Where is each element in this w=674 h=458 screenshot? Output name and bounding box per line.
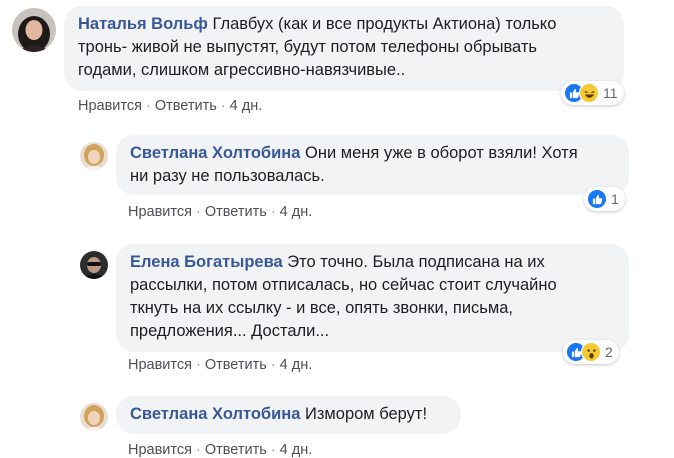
comment-text: предложения... Достали... (130, 322, 330, 340)
like-link[interactable]: Нравится (128, 204, 192, 220)
comment-bubble: Светлана Холтобина Измором берут! (116, 396, 461, 434)
comment-text: ни разу не пользовалась. (130, 167, 325, 185)
comment-author[interactable]: Светлана Холтобина (130, 405, 300, 423)
comment-actions: Нравится · Ответить · 4 дн. (128, 204, 312, 220)
reaction-count: 1 (611, 191, 619, 207)
like-link[interactable]: Нравится (128, 442, 192, 458)
comment-text: Измором берут! (305, 405, 428, 423)
like-icon (587, 189, 607, 209)
haha-icon (579, 83, 599, 103)
comment-bubble: Елена Богатырева Это точно. Была подписа… (116, 244, 629, 352)
separator: · (270, 204, 276, 220)
comment-bubble: Наталья Вольф Главбух (как и все продукт… (64, 6, 624, 91)
avatar[interactable] (80, 251, 108, 279)
avatar[interactable] (80, 142, 108, 170)
comment-author[interactable]: Елена Богатырева (130, 253, 283, 271)
avatar[interactable] (12, 8, 56, 52)
comment-timestamp[interactable]: 4 дн. (230, 98, 263, 114)
reply-link[interactable]: Ответить (155, 98, 217, 114)
reply-link[interactable]: Ответить (205, 204, 267, 220)
reactions-summary[interactable]: 11 (561, 81, 624, 105)
comment-text: Главбух (как и все продукты Актиона) тол… (212, 15, 557, 33)
comment-actions: Нравится · Ответить · 4 дн. (128, 357, 312, 373)
separator: · (195, 357, 201, 373)
comment-text: Они меня уже в оборот взяли! Хотя (305, 144, 578, 162)
reply-link[interactable]: Ответить (205, 442, 267, 458)
comment-author[interactable]: Наталья Вольф (78, 15, 208, 33)
separator: · (195, 442, 201, 458)
like-link[interactable]: Нравится (78, 98, 142, 114)
comment-timestamp[interactable]: 4 дн. (280, 442, 313, 458)
avatar[interactable] (80, 403, 108, 431)
comment-actions: Нравится · Ответить · 4 дн. (78, 98, 262, 114)
separator: · (220, 98, 226, 114)
comment-text: годами, слишком агрессивно-навязчивые.. (78, 61, 406, 79)
comment-timestamp[interactable]: 4 дн. (280, 204, 313, 220)
separator: · (195, 204, 201, 220)
comment-text: ткнуть на их ссылку - и все, опять звонк… (130, 299, 514, 317)
comment-bubble: Светлана Холтобина Они меня уже в оборот… (116, 135, 629, 195)
separator: · (270, 357, 276, 373)
comment-text: Это точно. Была подписана на их (287, 253, 545, 271)
comment-text: рассылки, потом отписалась, но сейчас ст… (130, 276, 557, 294)
wow-icon (581, 342, 601, 362)
comment-author[interactable]: Светлана Холтобина (130, 144, 300, 162)
reactions-summary[interactable]: 1 (584, 187, 625, 211)
comment-actions: Нравится · Ответить · 4 дн. (128, 442, 312, 458)
reaction-count: 11 (603, 85, 618, 101)
separator: · (145, 98, 151, 114)
reaction-count: 2 (605, 344, 613, 360)
comment-timestamp[interactable]: 4 дн. (280, 357, 313, 373)
separator: · (270, 442, 276, 458)
comment-text: тронь- живой не выпустят, будут потом те… (78, 38, 538, 56)
like-link[interactable]: Нравится (128, 357, 192, 373)
reply-link[interactable]: Ответить (205, 357, 267, 373)
reactions-summary[interactable]: 2 (563, 340, 619, 364)
